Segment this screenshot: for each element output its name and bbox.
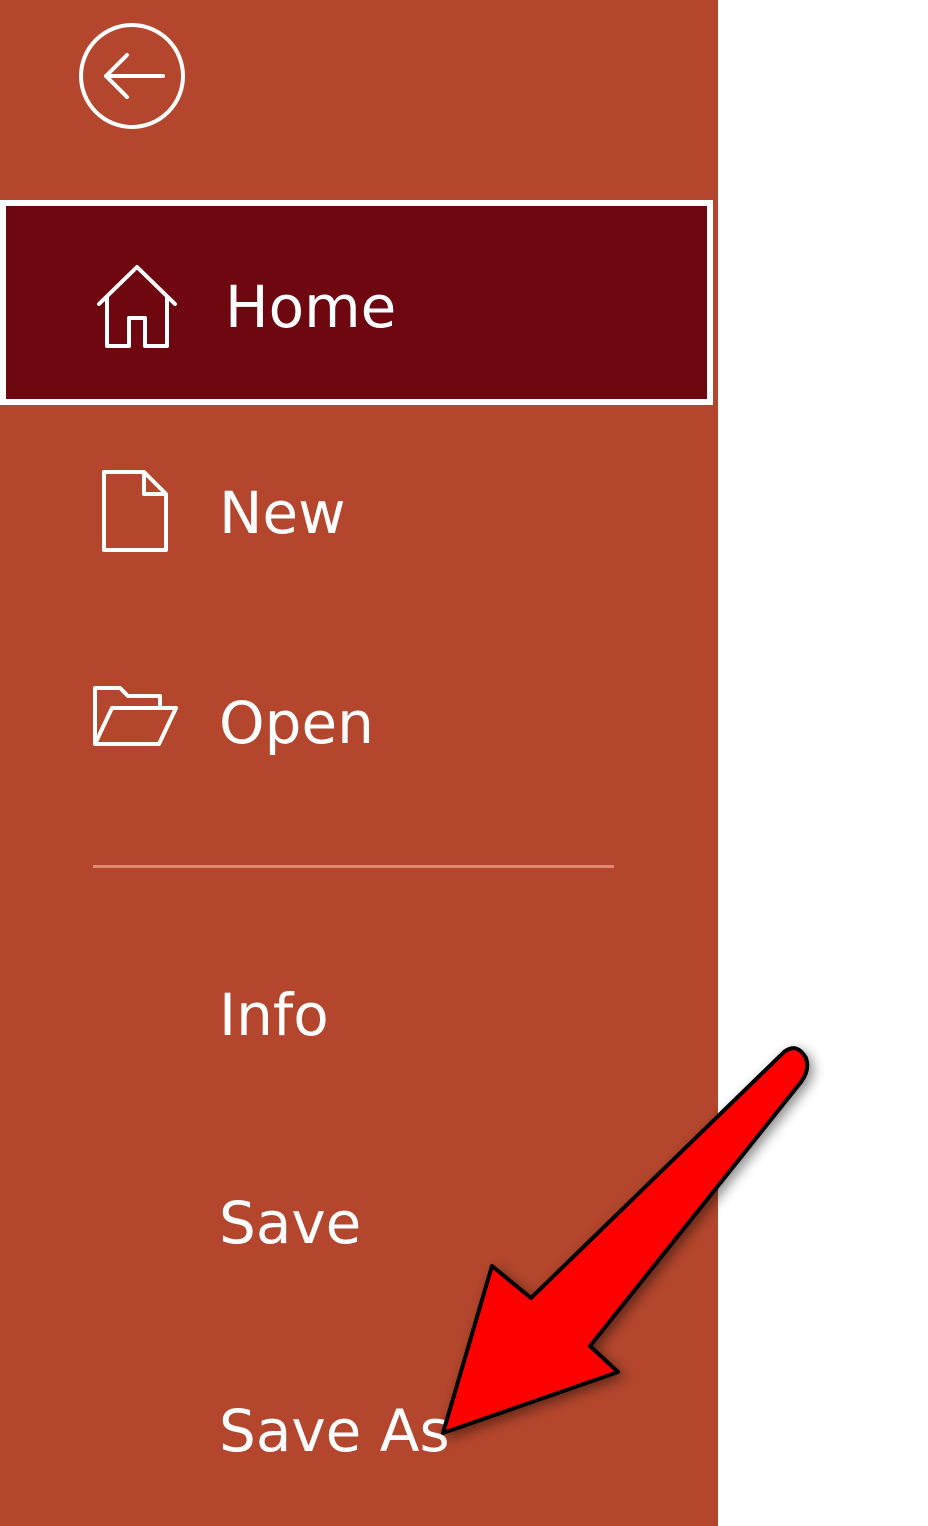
powerpoint-backstage-screenshot: Home New Open Info Save Save As <box>0 0 928 1526</box>
nav-item-save[interactable]: Save <box>0 1148 718 1298</box>
content-area <box>718 0 928 1526</box>
nav-label-save: Save <box>219 1189 362 1257</box>
nav-label-home: Home <box>225 273 397 341</box>
back-button[interactable] <box>77 21 187 131</box>
nav-label-save-as: Save As <box>219 1397 450 1465</box>
open-folder-icon <box>93 686 178 746</box>
arrow-left-circle-icon <box>79 23 185 129</box>
nav-item-info[interactable]: Info <box>0 940 718 1090</box>
nav-item-new[interactable]: New <box>0 440 718 590</box>
nav-item-open[interactable]: Open <box>0 648 718 798</box>
nav-label-open: Open <box>219 689 374 757</box>
nav-item-home[interactable]: Home <box>0 200 713 405</box>
nav-item-save-as[interactable]: Save As <box>0 1356 718 1506</box>
nav-label-info: Info <box>219 981 329 1049</box>
new-document-icon <box>102 470 168 552</box>
nav-divider <box>93 865 614 868</box>
file-backstage-nav: Home New Open Info Save Save As <box>0 0 718 1526</box>
nav-label-new: New <box>219 479 346 547</box>
home-icon <box>97 265 177 348</box>
